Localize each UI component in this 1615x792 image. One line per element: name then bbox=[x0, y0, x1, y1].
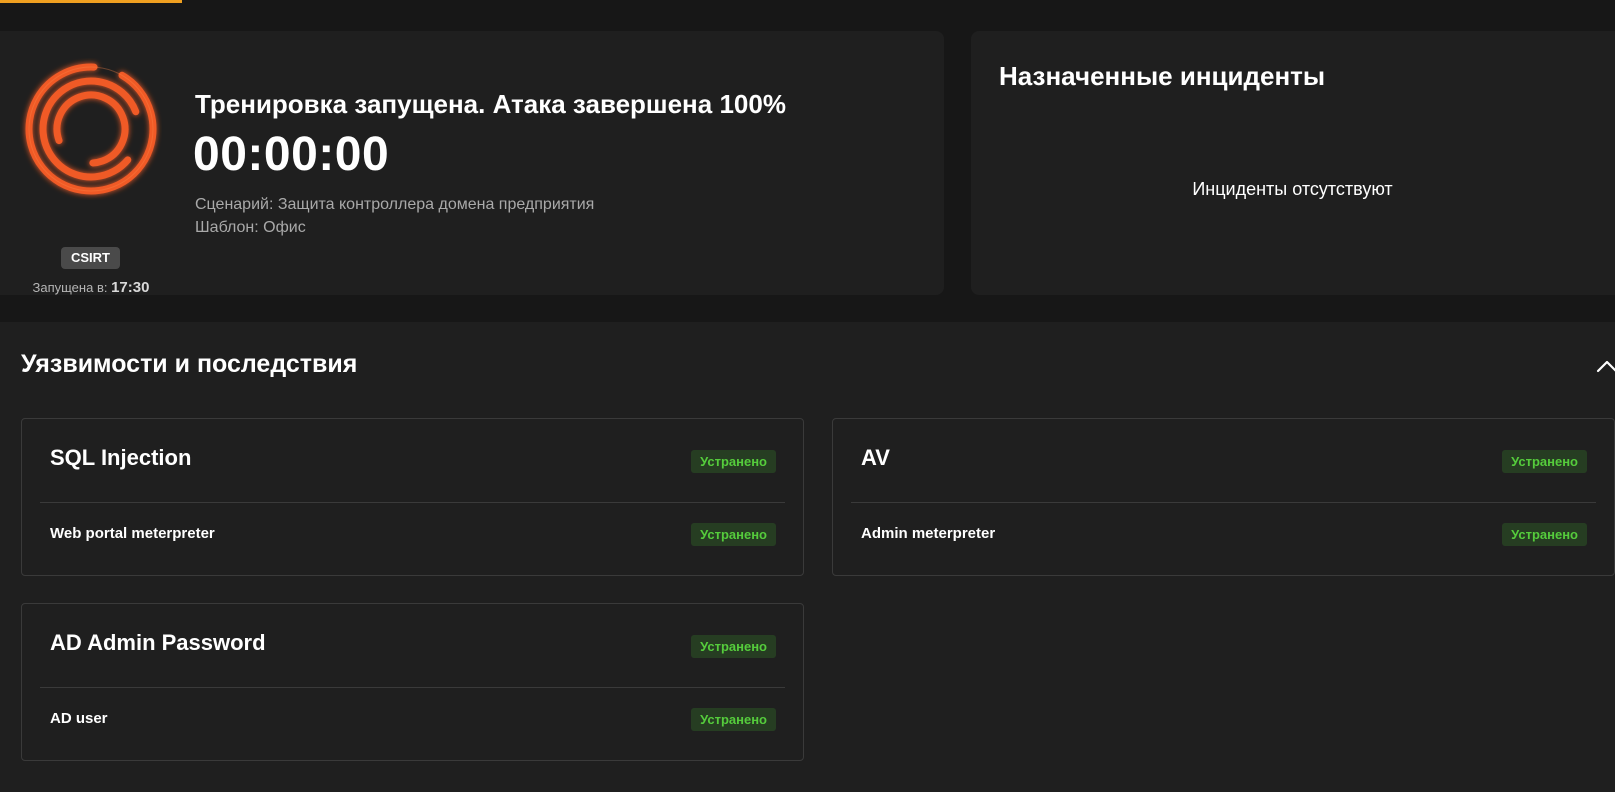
card-divider bbox=[40, 687, 785, 688]
consequence-name: Web portal meterpreter bbox=[50, 525, 215, 542]
card-divider bbox=[40, 502, 785, 503]
training-status-title: Тренировка запущена. Атака завершена 100… bbox=[195, 89, 786, 119]
training-status-card: CSIRT Запущена в: 17:30 Тренировка запущ… bbox=[0, 31, 944, 296]
incidents-title: Назначенные инциденты bbox=[999, 61, 1326, 91]
status-badge: Устранено bbox=[691, 523, 776, 546]
status-badge: Устранено bbox=[1502, 450, 1587, 473]
status-badge: Устранено bbox=[691, 450, 776, 473]
training-timer: 00:00:00 bbox=[193, 128, 390, 181]
vulnerabilities-section: Уязвимости и последствия SQL Injection У… bbox=[0, 322, 1615, 792]
concentric-circles-logo-icon bbox=[20, 58, 162, 200]
vulnerability-name: AD Admin Password bbox=[50, 630, 266, 655]
incidents-empty-message: Инциденты отсутствуют bbox=[1192, 179, 1393, 199]
vulnerability-name: AV bbox=[861, 445, 890, 470]
assigned-incidents-card: Назначенные инциденты Инциденты отсутств… bbox=[971, 31, 1615, 295]
started-label: Запущена в: bbox=[32, 280, 108, 295]
scenario-label: Сценарий: Защита контроллера домена пред… bbox=[195, 196, 595, 213]
status-badge: Устранено bbox=[691, 635, 776, 658]
vulnerability-card[interactable]: AV Устранено Admin meterpreter Устранено bbox=[832, 418, 1615, 576]
status-badge: Устранено bbox=[1502, 523, 1587, 546]
vulnerabilities-title: Уязвимости и последствия bbox=[21, 350, 358, 378]
vulnerability-card[interactable]: SQL Injection Устранено Web portal meter… bbox=[21, 418, 804, 576]
started-time: 17:30 bbox=[111, 279, 150, 296]
vulnerability-card[interactable]: AD Admin Password Устранено AD user Устр… bbox=[21, 603, 804, 761]
chevron-up-icon[interactable] bbox=[1594, 356, 1615, 378]
vulnerability-name: SQL Injection bbox=[50, 445, 192, 470]
consequence-name: AD user bbox=[50, 710, 108, 727]
template-label: Шаблон: Офис bbox=[195, 219, 306, 236]
consequence-name: Admin meterpreter bbox=[861, 525, 996, 542]
team-badge: CSIRT bbox=[61, 247, 120, 269]
status-badge: Устранено bbox=[691, 708, 776, 731]
card-divider bbox=[851, 502, 1596, 503]
top-progress-bar bbox=[0, 0, 182, 3]
started-at: Запущена в: 17:30 bbox=[0, 279, 182, 296]
